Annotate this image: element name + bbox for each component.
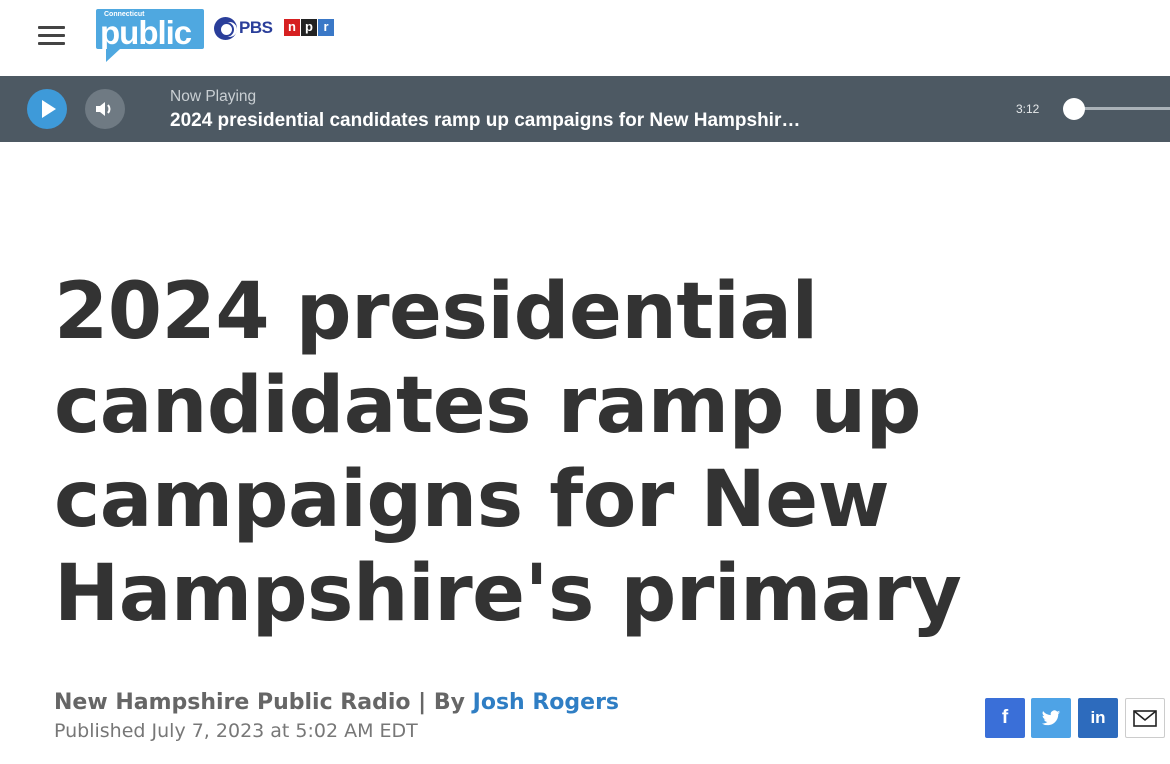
byline: New Hampshire Public Radio | By Josh Rog… — [54, 690, 619, 715]
menu-line — [38, 42, 65, 45]
now-playing-label: Now Playing — [170, 88, 257, 105]
published-date: Published July 7, 2023 at 5:02 AM EDT — [54, 720, 418, 742]
npr-logo[interactable]: n p r — [284, 19, 335, 36]
menu-line — [38, 34, 65, 37]
volume-button[interactable] — [85, 89, 125, 129]
pbs-logo[interactable]: PBS — [214, 16, 273, 40]
playback-time: 3:12 — [1016, 102, 1040, 116]
site-header: Connecticut public PBS n p r — [0, 0, 1170, 76]
facebook-share-button[interactable]: f — [985, 698, 1025, 738]
npr-letter-p: p — [301, 19, 317, 36]
by-label: | By — [418, 690, 465, 715]
logo-word: public — [100, 14, 192, 51]
hamburger-menu-icon[interactable] — [38, 26, 65, 46]
connecticut-public-logo[interactable]: Connecticut public — [96, 9, 204, 63]
audio-player: Now Playing 2024 presidential candidates… — [0, 76, 1170, 142]
progress-thumb[interactable] — [1063, 98, 1085, 120]
twitter-icon — [1041, 709, 1061, 725]
volume-icon — [96, 102, 111, 116]
npr-letter-r: r — [318, 19, 334, 36]
linkedin-share-button[interactable]: in — [1078, 698, 1118, 738]
linkedin-icon: in — [1090, 708, 1106, 727]
twitter-share-button[interactable] — [1031, 698, 1071, 738]
source-name: New Hampshire Public Radio — [54, 690, 411, 715]
article-headline: 2024 presidential candidates ramp up cam… — [54, 267, 962, 639]
npr-letter-n: n — [284, 19, 300, 36]
logo-box: Connecticut public — [96, 9, 204, 51]
now-playing-title[interactable]: 2024 presidential candidates ramp up cam… — [170, 110, 910, 132]
pbs-text: PBS — [239, 18, 273, 37]
pbs-head-icon — [214, 16, 237, 40]
author-link[interactable]: Josh Rogers — [473, 690, 619, 715]
play-button[interactable] — [27, 89, 67, 129]
email-share-button[interactable] — [1125, 698, 1165, 738]
progress-track[interactable] — [1074, 107, 1170, 110]
email-icon — [1133, 709, 1157, 727]
menu-line — [38, 26, 65, 29]
logo-tail — [106, 49, 120, 62]
facebook-icon: f — [1001, 707, 1009, 728]
